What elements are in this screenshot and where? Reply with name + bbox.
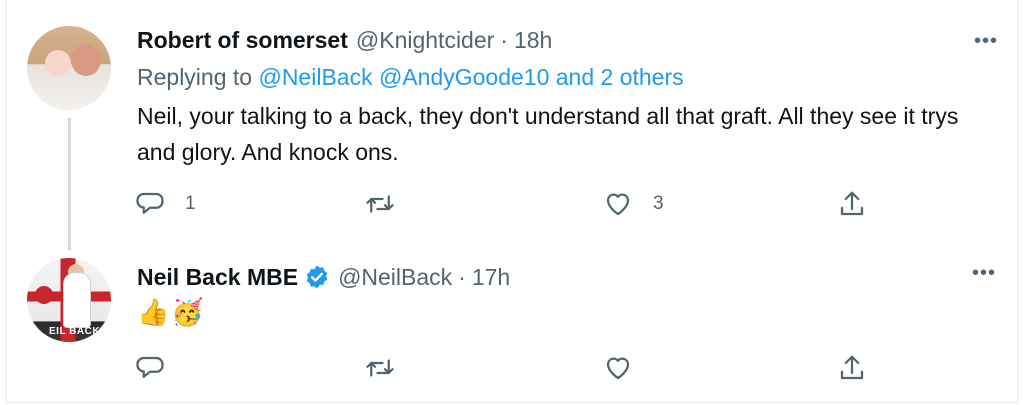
like-count: 3 <box>653 193 664 214</box>
thread-connector-line <box>68 118 71 250</box>
share-icon <box>840 355 864 380</box>
retweet-button[interactable] <box>365 184 395 224</box>
tweet-timestamp[interactable]: 18h <box>514 27 552 54</box>
tweet-timestamp[interactable]: 17h <box>472 264 510 291</box>
replying-to: Replying to @NeilBack @AndyGoode10 and 2… <box>137 64 684 91</box>
retweet-button[interactable] <box>365 348 395 388</box>
like-button[interactable]: 3 <box>603 184 664 224</box>
separator-dot: · <box>458 264 466 290</box>
tweet-text: Neil, your talking to a back, they don't… <box>137 103 959 165</box>
tweet[interactable]: Robert of somerset @Knightcider · 18h ••… <box>7 0 1019 250</box>
verified-badge-icon <box>306 265 328 289</box>
separator-dot: · <box>500 27 508 53</box>
heart-icon <box>606 357 630 380</box>
like-button[interactable] <box>603 348 633 388</box>
avatar-player <box>63 272 91 328</box>
reply-icon <box>136 356 164 378</box>
author-name[interactable]: Robert of somerset <box>137 27 348 54</box>
reply-button[interactable]: 1 <box>135 184 196 224</box>
more-icon[interactable]: ••• <box>969 262 999 284</box>
retweet-icon <box>366 195 394 213</box>
reply-button[interactable] <box>135 348 165 388</box>
avatar-photo-man <box>71 44 101 76</box>
share-button[interactable] <box>837 184 867 224</box>
share-icon <box>840 191 864 216</box>
author-handle[interactable]: @NeilBack <box>338 264 452 291</box>
tweet-header: Robert of somerset @Knightcider · 18h <box>137 27 552 57</box>
avatar-rose-emblem <box>35 286 53 304</box>
more-icon[interactable]: ••• <box>971 30 1001 52</box>
conversation-thread: Robert of somerset @Knightcider · 18h ••… <box>6 0 1018 403</box>
tweet-actions: 1 3 <box>135 184 895 224</box>
retweet-icon <box>366 359 394 377</box>
avatar-text: EIL BACK <box>49 326 101 337</box>
author-name[interactable]: Neil Back MBE <box>137 264 298 291</box>
party-face-emoji: 🥳 <box>171 298 204 328</box>
tweet-text: 👍 🥳 <box>137 296 204 330</box>
author-handle[interactable]: @Knightcider <box>356 27 494 54</box>
avatar[interactable]: EIL BACK <box>27 258 111 342</box>
reply-icon <box>136 192 164 214</box>
thumbs-up-emoji: 👍 <box>137 298 170 328</box>
replying-prefix: Replying to <box>137 64 253 90</box>
share-button[interactable] <box>837 348 867 388</box>
avatar[interactable] <box>27 26 111 110</box>
tweet-actions <box>135 348 895 388</box>
avatar-photo-child <box>45 50 71 76</box>
replying-mentions-link[interactable]: @NeilBack @AndyGoode10 and 2 others <box>258 64 683 90</box>
heart-icon <box>606 193 630 216</box>
tweet-header: Neil Back MBE @NeilBack · 17h <box>137 259 510 291</box>
reply-count: 1 <box>185 193 196 214</box>
